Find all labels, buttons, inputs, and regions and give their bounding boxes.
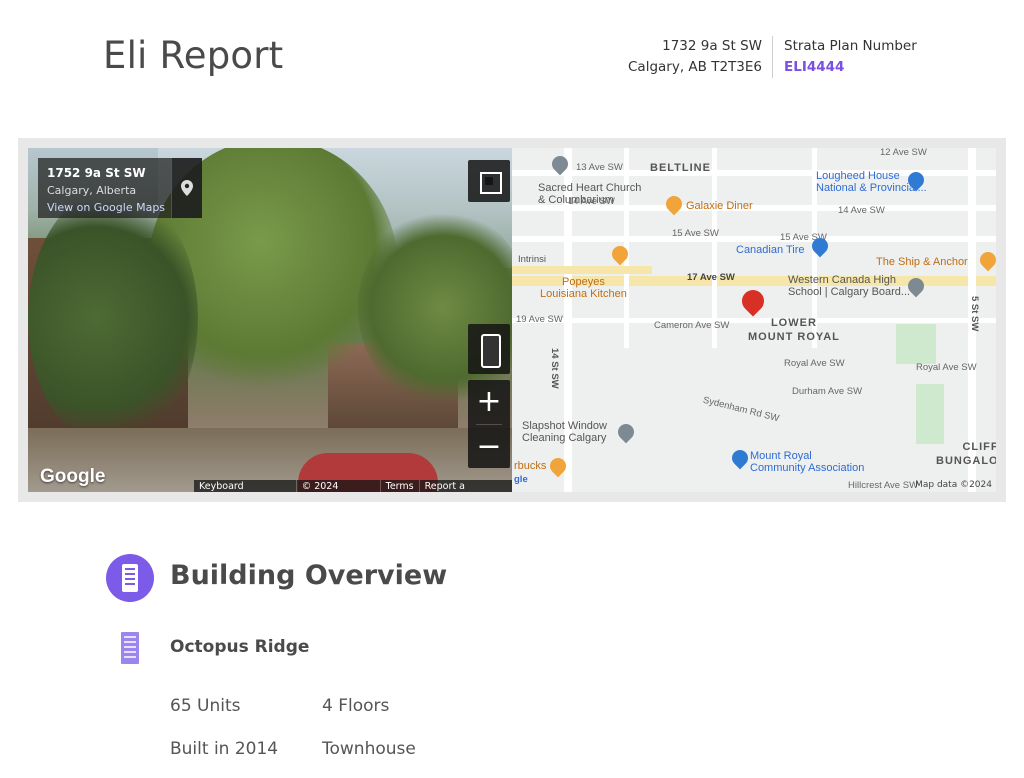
strata-label: Strata Plan Number bbox=[784, 38, 917, 54]
map-data-attribution: Map data ©2024 bbox=[915, 480, 992, 490]
map-label: 14 St SW bbox=[549, 348, 560, 389]
bar-icon bbox=[976, 248, 996, 272]
pin-icon[interactable] bbox=[171, 158, 202, 218]
park bbox=[896, 324, 936, 364]
floors-count: 4 Floors bbox=[322, 696, 390, 716]
map-label: Hillcrest Ave SW bbox=[848, 480, 919, 491]
map-label: 14 Ave SW bbox=[838, 205, 885, 216]
map-label: LOWER MOUNT ROYAL bbox=[748, 317, 840, 343]
terms-link[interactable]: Terms bbox=[381, 480, 420, 492]
map-label: Cameron Ave SW bbox=[654, 320, 730, 331]
map-label: 19 Ave SW bbox=[516, 314, 563, 325]
street-view-footer: Keyboard shortcuts © 2024 Google Terms R… bbox=[194, 480, 512, 492]
road-yellow bbox=[512, 266, 652, 274]
map-label: Royal Ave SW bbox=[784, 358, 845, 369]
restaurant-icon bbox=[662, 192, 686, 216]
map-label: rbucks bbox=[514, 460, 547, 472]
units-count: 65 Units bbox=[170, 696, 241, 716]
map-label: Western Canada High School | Calgary Boa… bbox=[788, 274, 911, 298]
map-label: 5 St SW bbox=[969, 296, 980, 332]
map-label: 12 Ave SW bbox=[880, 148, 927, 158]
map-label: 14 Ave SW bbox=[568, 196, 615, 207]
map-label: CLIFF BUNGALO bbox=[936, 441, 996, 467]
zoom-control: + − bbox=[468, 380, 510, 468]
building-icon bbox=[121, 632, 139, 664]
map-label: Durham Ave SW bbox=[792, 386, 863, 397]
map-label: Popeyes Louisiana Kitchen bbox=[540, 276, 627, 300]
keyboard-shortcuts-link[interactable]: Keyboard shortcuts bbox=[194, 480, 297, 492]
address-line1: 1732 9a St SW bbox=[662, 38, 762, 54]
strata-plan: Strata Plan Number ELI4444 bbox=[784, 36, 917, 78]
map-label: Mount Royal Community Association bbox=[750, 450, 865, 474]
report-problem-link[interactable]: Report a problem bbox=[420, 480, 512, 492]
building-type: Townhouse bbox=[322, 739, 416, 759]
map-label: Sydenham Rd SW bbox=[701, 394, 781, 425]
section-title: Building Overview bbox=[170, 560, 448, 591]
map-label: Galaxie Diner bbox=[686, 200, 753, 212]
header-divider bbox=[772, 36, 773, 78]
fullscreen-icon[interactable] bbox=[468, 160, 510, 202]
map-label: 13 Ave SW bbox=[576, 162, 623, 173]
report-header: Eli Report 1732 9a St SW Calgary, AB T2T… bbox=[0, 0, 1024, 120]
pegman-icon[interactable] bbox=[468, 324, 510, 374]
copyright-text: © 2024 Google bbox=[297, 480, 381, 492]
park bbox=[916, 384, 944, 444]
building-name: Octopus Ridge bbox=[170, 637, 310, 657]
strata-value: ELI4444 bbox=[784, 59, 845, 75]
google-logo-partial: gle bbox=[514, 474, 528, 485]
map-label: 17 Ave SW bbox=[687, 272, 735, 283]
location-marker-icon[interactable] bbox=[737, 285, 769, 317]
road-15-ave bbox=[512, 236, 996, 242]
address: 1732 9a St SW Calgary, AB T2T3E6 bbox=[628, 36, 762, 78]
service-icon bbox=[614, 420, 638, 444]
zoom-in-button[interactable]: + bbox=[468, 380, 510, 424]
address-line2: Calgary, AB T2T3E6 bbox=[628, 59, 762, 75]
map-label: 15 Ave SW bbox=[672, 228, 719, 239]
year-built: Built in 2014 bbox=[170, 739, 279, 759]
map-label: Royal Ave SW bbox=[916, 362, 977, 373]
map-label: BELTLINE bbox=[650, 162, 711, 174]
road-vertical bbox=[712, 148, 717, 348]
map-label: Intrinsi bbox=[518, 254, 546, 265]
map-label: Slapshot Window Cleaning Calgary bbox=[522, 420, 607, 444]
street-view-panel[interactable]: 1752 9a St SW Calgary, Alberta View on G… bbox=[28, 148, 512, 492]
map-panel[interactable]: 13 Ave SW BELTLINE 12 Ave SW Sacred Hear… bbox=[512, 148, 996, 492]
google-logo: Google bbox=[40, 466, 106, 487]
tree bbox=[28, 188, 198, 448]
zoom-out-button[interactable]: − bbox=[468, 425, 510, 469]
page-title: Eli Report bbox=[103, 34, 284, 77]
community-icon bbox=[728, 446, 752, 470]
map-frame: 1752 9a St SW Calgary, Alberta View on G… bbox=[18, 138, 1006, 502]
map-label: The Ship & Anchor bbox=[876, 256, 968, 268]
map-label: Canadian Tire bbox=[736, 244, 805, 256]
building-overview-icon bbox=[106, 554, 154, 602]
